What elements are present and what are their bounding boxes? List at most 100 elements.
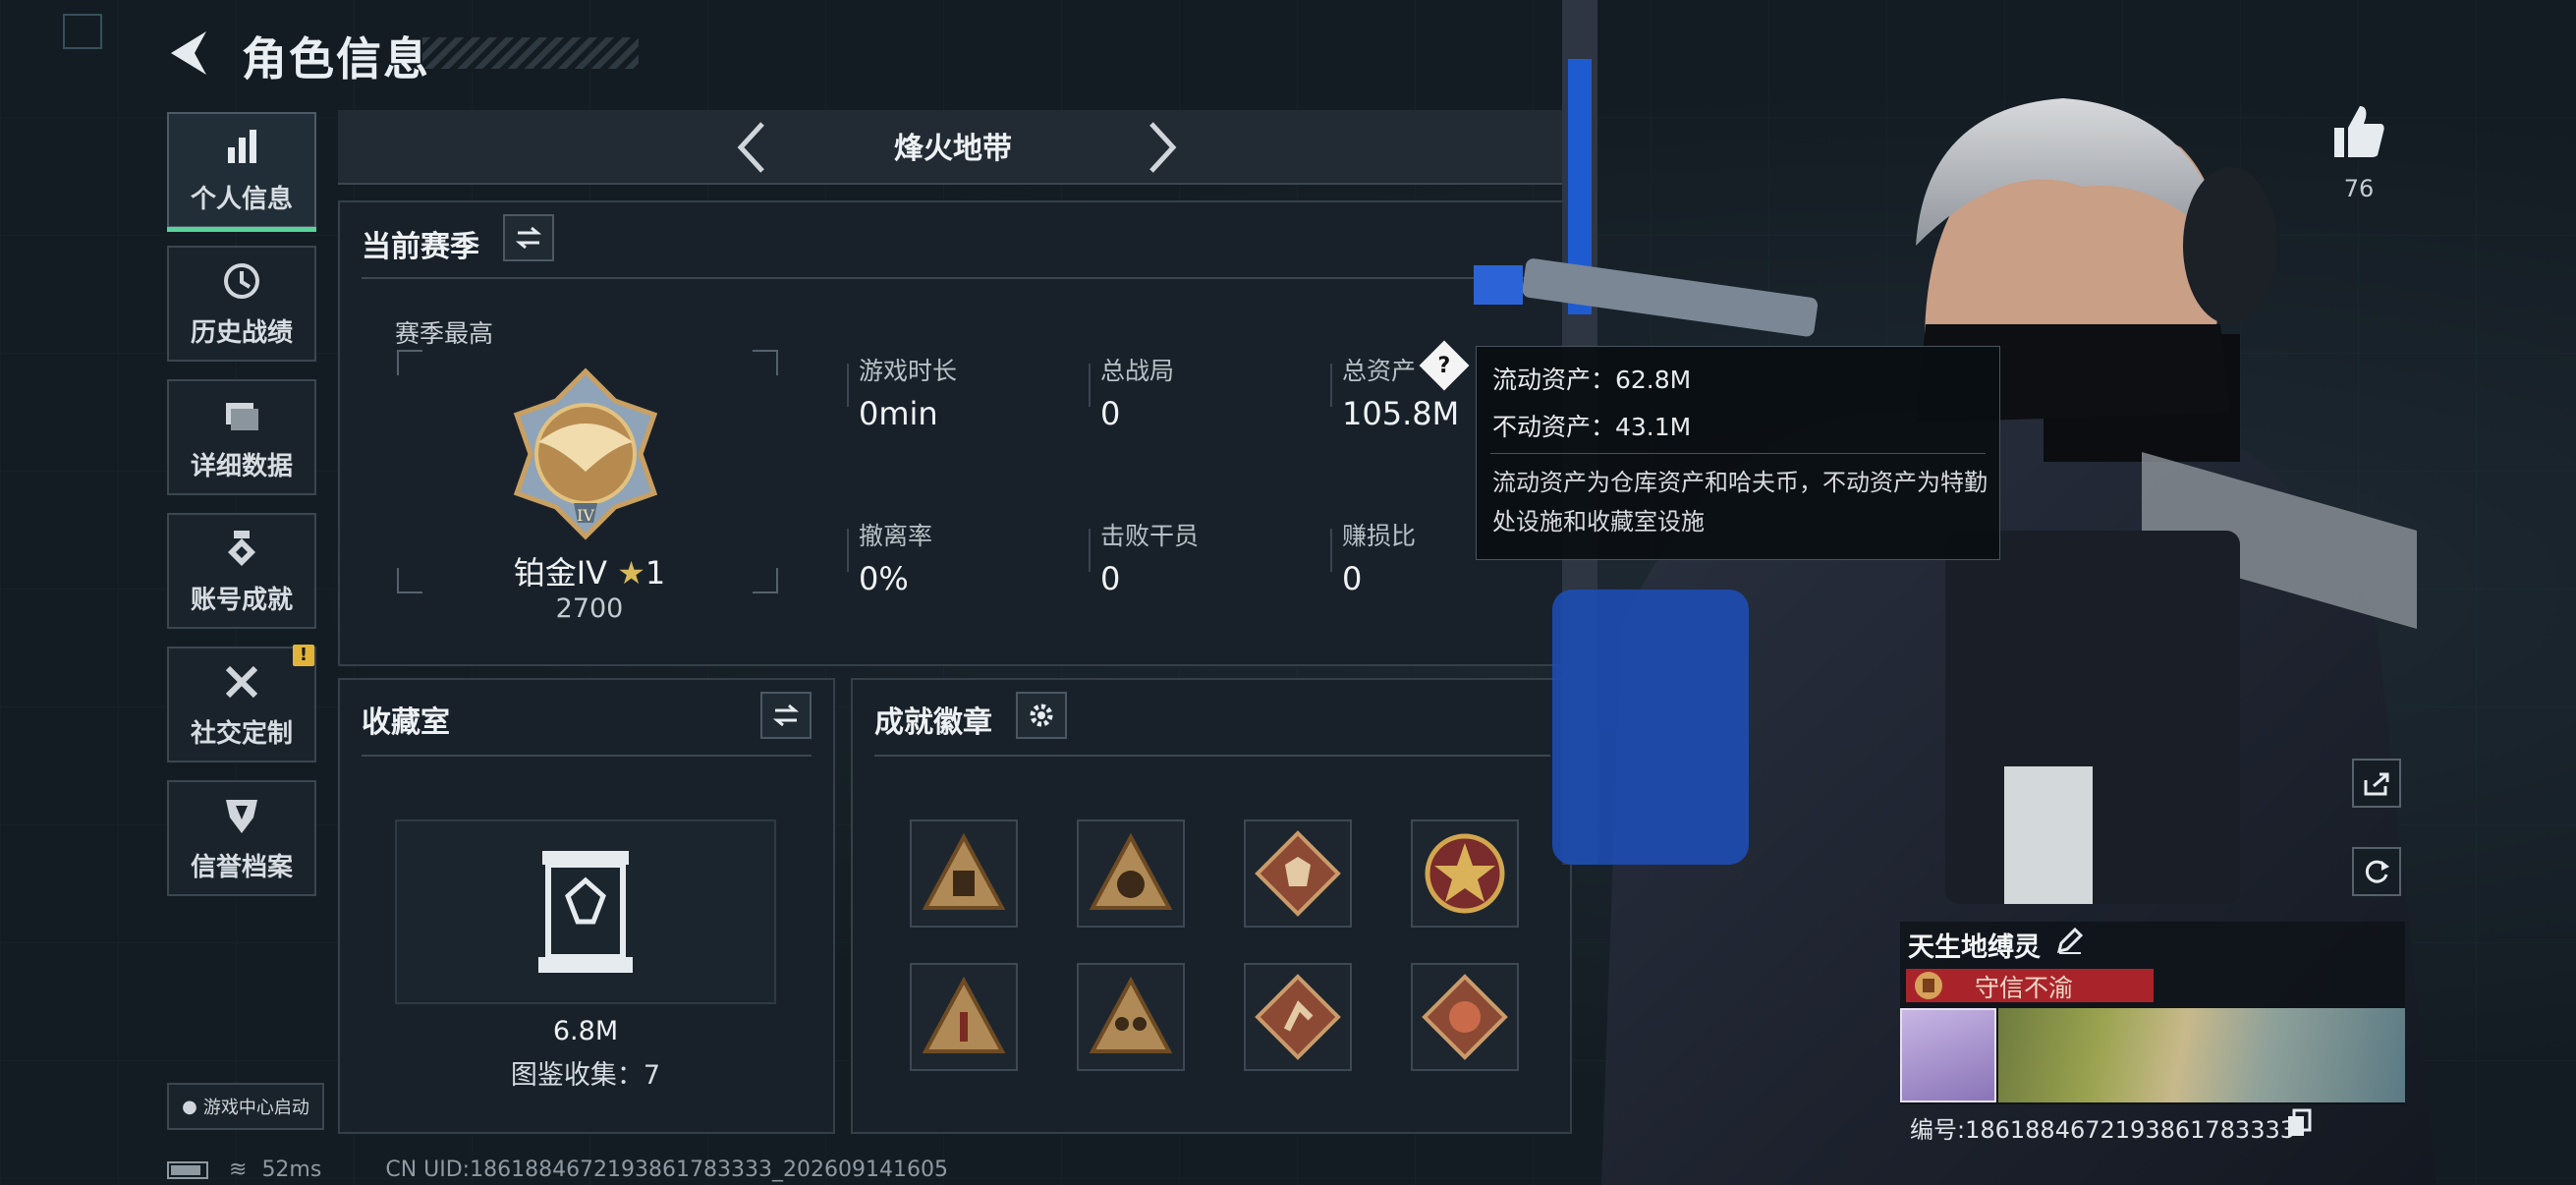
sidebar-item-personal-info[interactable]: 个人信息 (167, 112, 316, 232)
divider (362, 277, 1550, 279)
back-arrow-icon[interactable] (165, 28, 214, 79)
rank-line: 铂金IV ★1 (472, 548, 707, 593)
assets-tooltip: 流动资产：62.8M 不动资产：43.1M 流动资产为仓库资产和哈夫币，不动资产… (1476, 346, 2000, 560)
refresh-icon (2365, 860, 2389, 883)
stat-value-playtime: 0min (859, 395, 938, 432)
triangle-bag-badge-icon (1089, 832, 1173, 910)
rank-stars: 1 (644, 554, 666, 592)
stat-divider (847, 364, 849, 407)
season-title: 当前赛季 (362, 230, 479, 264)
like-count: 76 (2343, 175, 2375, 202)
corner-decoration (63, 14, 102, 49)
achievement-badge[interactable] (910, 819, 1018, 928)
prev-mode-arrow-icon[interactable] (731, 118, 774, 177)
title-stripes (422, 37, 639, 69)
stat-value-profit-ratio: 0 (1342, 560, 1363, 597)
collection-switch-button[interactable] (760, 692, 812, 739)
copy-icon[interactable] (2285, 1108, 2313, 1138)
display-case-icon (538, 851, 633, 973)
stat-divider (1089, 364, 1091, 407)
stat-value-assets: 105.8M (1342, 395, 1460, 432)
divider (874, 755, 1550, 757)
folder-icon (226, 402, 258, 430)
achievements-settings-button[interactable] (1016, 692, 1067, 739)
collection-title: 收藏室 (362, 705, 450, 740)
qq-icon: ● (182, 1096, 197, 1117)
launch-label: 游戏中心启动 (202, 1098, 309, 1118)
stat-label-matches: 总战局 (1100, 357, 1175, 385)
stat-value-matches: 0 (1100, 395, 1121, 432)
divider (362, 755, 812, 757)
uid-line: CN UID:1861884672193861783333_2026091416… (385, 1157, 948, 1182)
sidebar-item-credit[interactable]: 信誉档案 (167, 780, 316, 896)
sidebar-item-details[interactable]: 详细数据 (167, 379, 316, 495)
stat-value-extract-rate: 0% (859, 560, 909, 597)
swap-icon (515, 226, 542, 250)
title-emblem-icon (1915, 972, 1942, 999)
sidebar-item-label: 账号成就 (190, 585, 293, 615)
svg-text:IV: IV (577, 506, 594, 525)
status-bar: ≋ 52ms CN UID:1861884672193861783333_202… (167, 1157, 948, 1182)
achievement-badge[interactable] (1244, 819, 1352, 928)
battery-icon (167, 1161, 208, 1179)
game-center-launch-button[interactable]: ● 游戏中心启动 (167, 1083, 324, 1130)
share-button[interactable] (2352, 759, 2401, 808)
next-mode-arrow-icon[interactable] (1140, 118, 1183, 177)
diamond-runner-badge-icon (1255, 974, 1341, 1060)
rank-name: 铂金IV (513, 554, 608, 592)
sidebar-item-history[interactable]: 历史战绩 (167, 246, 316, 362)
liquid-assets: 流动资产：62.8M (1492, 366, 1692, 394)
thumbs-up-icon[interactable] (2330, 102, 2387, 161)
triangle-squad-badge-icon (1089, 976, 1173, 1053)
catalog-count: 图鉴收集：7 (510, 1060, 661, 1091)
achievement-badge[interactable] (910, 963, 1018, 1071)
swap-icon (772, 704, 800, 727)
season-switch-button[interactable] (503, 214, 554, 261)
wifi-icon: ≋ (229, 1157, 248, 1182)
achievement-badge[interactable] (1077, 819, 1185, 928)
stat-label-profit-ratio: 赚损比 (1342, 522, 1417, 550)
gear-icon (1030, 704, 1053, 727)
stat-label-playtime: 游戏时长 (859, 357, 958, 385)
stat-divider (1330, 529, 1332, 572)
sidebar-item-label: 个人信息 (190, 184, 293, 214)
season-highest-label: 赛季最高 (395, 319, 494, 348)
tooltip-divider (1490, 453, 1986, 454)
sidebar-item-label: 社交定制 (190, 718, 293, 749)
bar-chart-icon (228, 129, 256, 163)
stat-label-extract-rate: 撤离率 (859, 522, 933, 550)
warning-badge: ! (293, 645, 314, 666)
sidebar-item-label: 详细数据 (190, 451, 293, 481)
clock-icon (224, 262, 259, 299)
shield-icon (226, 799, 257, 833)
star-icon: ★ (617, 554, 645, 592)
profile-banner (1998, 1008, 2405, 1102)
stat-divider (1330, 364, 1332, 407)
triangle-crate-badge-icon (922, 832, 1006, 910)
achievement-badge[interactable] (1244, 963, 1352, 1071)
stat-label-kills: 击败干员 (1100, 522, 1200, 550)
stat-divider (847, 529, 849, 572)
sidebar-item-label: 信誉档案 (190, 852, 293, 882)
rank-score: 2700 (555, 593, 624, 624)
diamond-wolf-badge-icon (1255, 830, 1341, 917)
stat-divider (1089, 529, 1091, 572)
medal-icon (228, 530, 255, 566)
sidebar-item-label: 历史战绩 (190, 317, 293, 348)
tools-icon (225, 665, 258, 698)
sidebar-item-achievements[interactable]: 账号成就 (167, 513, 316, 629)
achievements-title: 成就徽章 (874, 705, 992, 740)
refresh-button[interactable] (2352, 847, 2401, 896)
triangle-number-one-badge-icon (922, 976, 1006, 1053)
platinum-rank-emblem-icon: IV (513, 367, 658, 540)
avatar[interactable] (1900, 1008, 1996, 1102)
share-icon (2364, 772, 2389, 796)
player-name: 天生地缚灵 (1908, 932, 2041, 963)
stat-value-kills: 0 (1100, 560, 1121, 597)
ping: 52ms (261, 1157, 322, 1182)
edit-pencil-icon[interactable] (2055, 928, 2083, 955)
achievement-badge[interactable] (1077, 963, 1185, 1071)
collection-value: 6.8M (552, 1016, 619, 1046)
page-title: 角色信息 (242, 32, 430, 85)
mode-title: 烽火地带 (894, 132, 1012, 166)
